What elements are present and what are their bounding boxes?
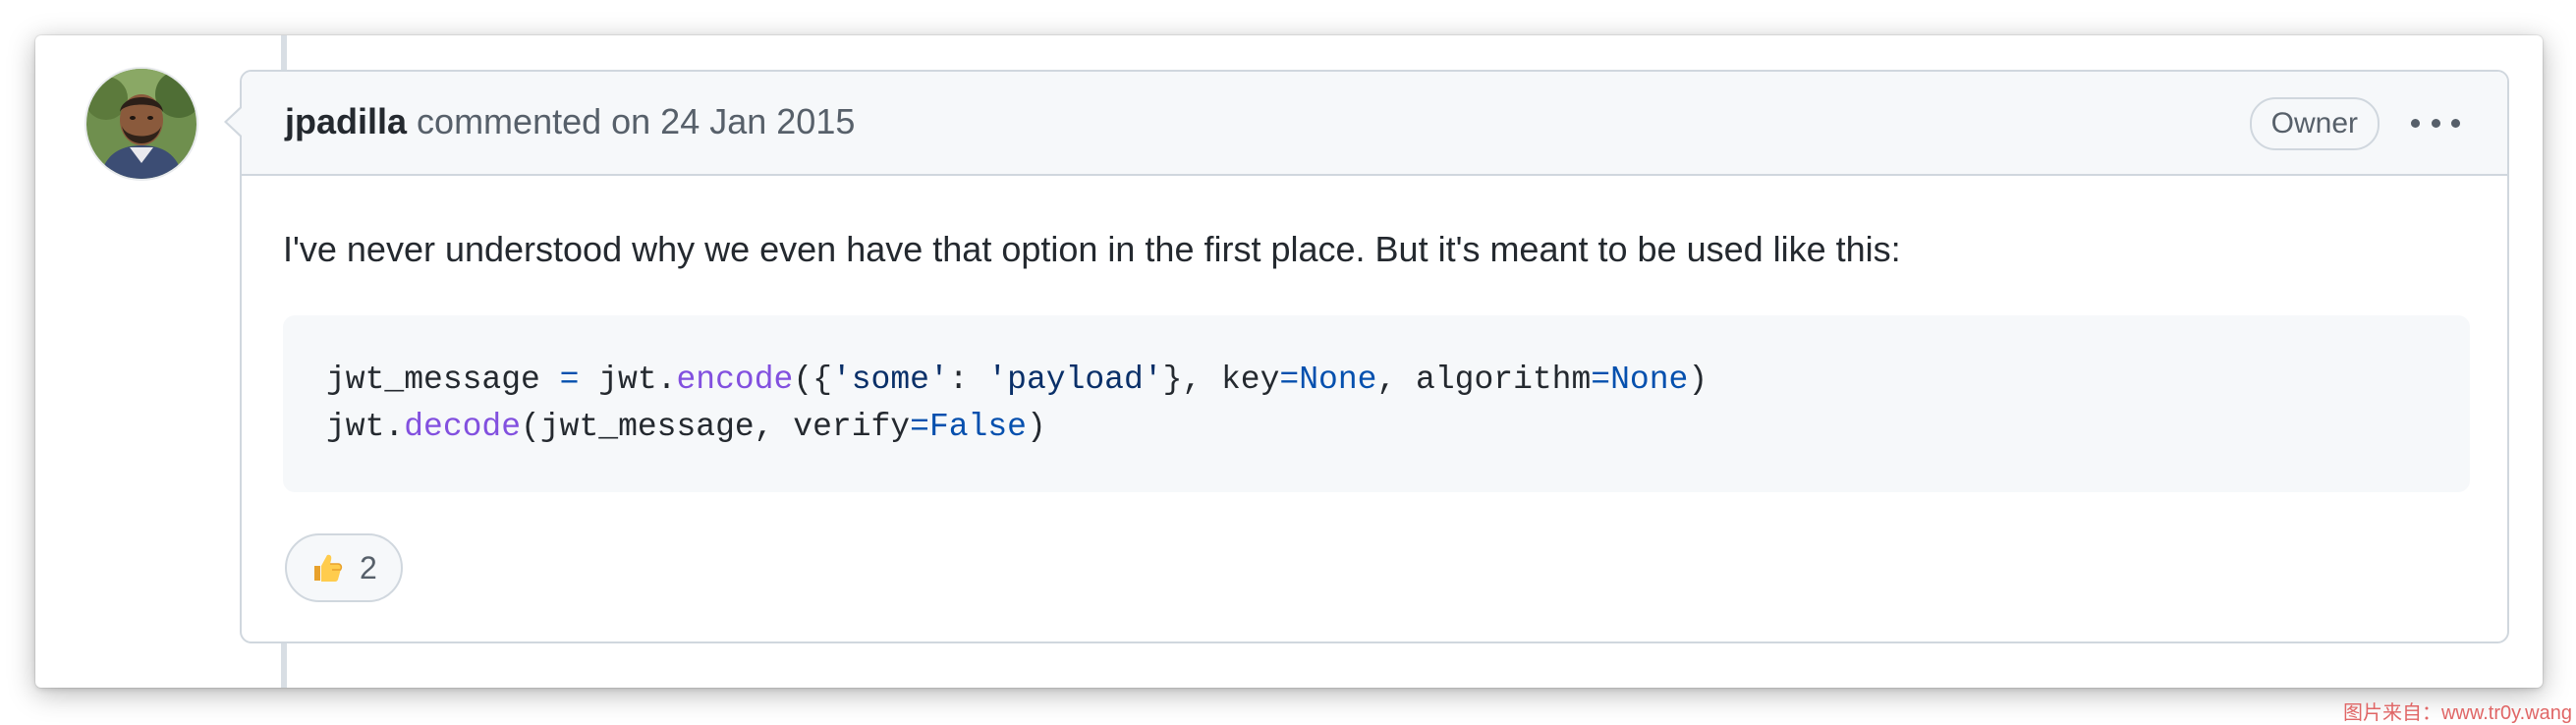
author-link[interactable]: jpadilla [285, 101, 407, 141]
owner-badge: Owner [2249, 97, 2380, 150]
code-operator: = [559, 362, 580, 398]
code-token: }, key [1162, 362, 1280, 398]
code-block: jwt_message = jwt.encode({'some': 'paylo… [283, 315, 2470, 492]
avatar[interactable] [86, 69, 196, 179]
reaction-count: 2 [360, 549, 377, 586]
code-token: jwt. [326, 409, 405, 445]
kebab-horizontal-icon[interactable] [2411, 105, 2460, 140]
comment-box: jpadilla commented on 24 Jan 2015 Owner … [240, 70, 2509, 643]
comment-header-text: jpadilla commented on 24 Jan 2015 [285, 101, 855, 142]
code-function: decode [404, 409, 522, 445]
avatar-image [86, 69, 196, 179]
code-token: jwt_message [326, 362, 560, 398]
thumbs-up-icon [314, 554, 343, 582]
code-function: encode [676, 362, 794, 398]
code-keyword: None [1299, 362, 1377, 398]
code-token: , algorithm [1376, 362, 1592, 398]
code-token: : [948, 362, 988, 398]
comment-meta[interactable]: commented on 24 Jan 2015 [417, 101, 855, 141]
watermark: 图片来自：www.tr0y.wang [2342, 702, 2572, 724]
code-token: jwt. [579, 362, 677, 398]
comment-pointer-fill [227, 108, 242, 136]
code-token: (jwt_message, verify [521, 409, 911, 445]
code-token: ) [1026, 409, 1046, 445]
menu-dot [2411, 118, 2420, 128]
comment-header: jpadilla commented on 24 Jan 2015 Owner [242, 72, 2507, 176]
code-operator: = [1591, 362, 1611, 398]
code-keyword: False [928, 409, 1027, 445]
menu-dot [2451, 118, 2460, 128]
code-line-1: jwt_message = jwt.encode({'some': 'paylo… [326, 362, 1708, 398]
code-string: 'payload' [987, 362, 1163, 398]
code-line-2: jwt.decode(jwt_message, verify=False) [326, 409, 1046, 445]
code-keyword: None [1610, 362, 1689, 398]
comment-body: I've never understood why we even have t… [283, 229, 1901, 269]
code-token: ) [1688, 362, 1708, 398]
thumbs-up-reaction-button[interactable]: 2 [285, 533, 403, 602]
code-string: 'some' [831, 362, 949, 398]
code-operator: = [1279, 362, 1300, 398]
code-token: ({ [793, 362, 832, 398]
menu-dot [2431, 118, 2440, 128]
code-operator: = [910, 409, 929, 445]
